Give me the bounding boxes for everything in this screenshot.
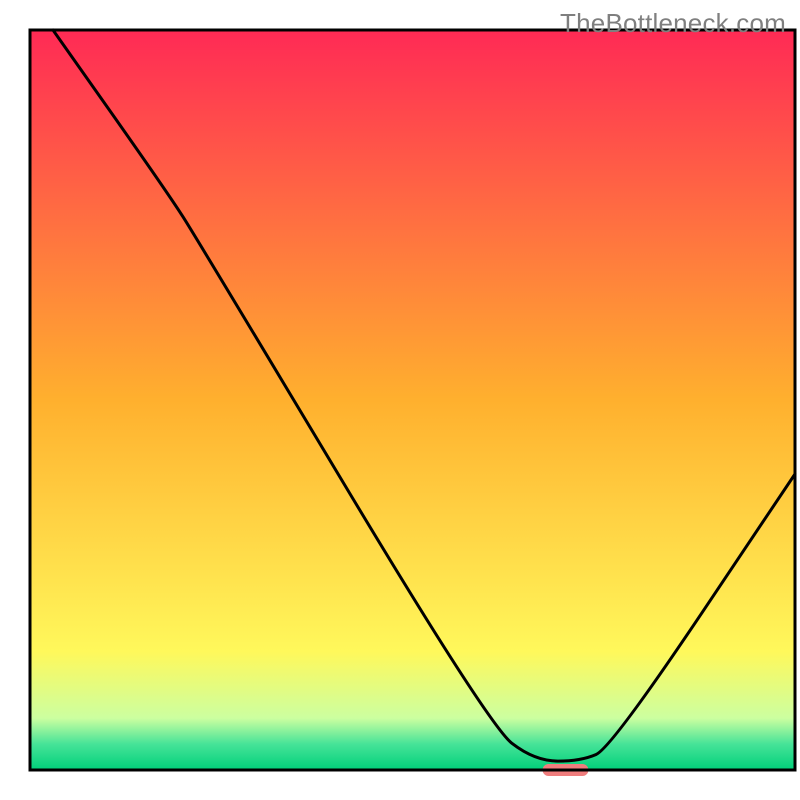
bottleneck-chart: TheBottleneck.com: [0, 0, 800, 800]
gradient-background: [30, 30, 795, 770]
chart-svg: [0, 0, 800, 800]
watermark-text: TheBottleneck.com: [560, 8, 786, 39]
